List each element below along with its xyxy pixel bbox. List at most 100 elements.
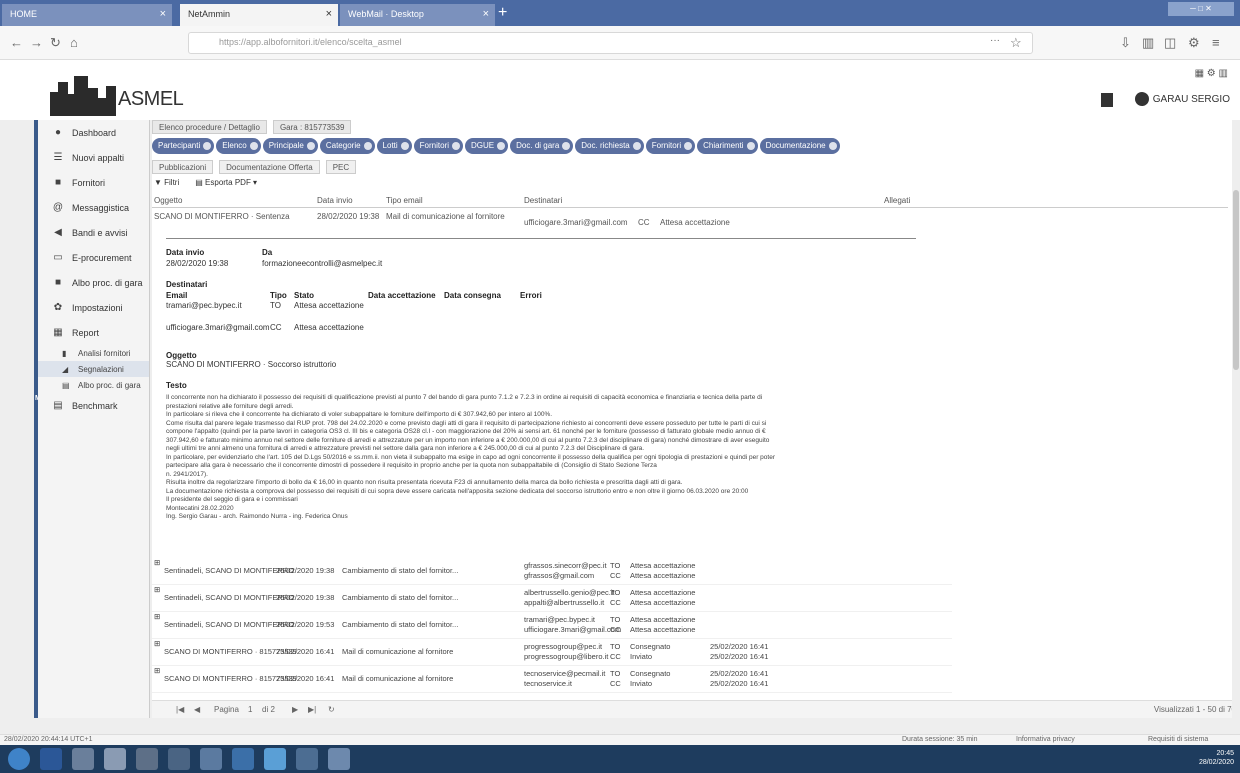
user-name: GARAU SERGIO — [1152, 93, 1230, 105]
hamburger-menu-icon[interactable]: ≡ — [1212, 35, 1220, 50]
url-bar[interactable]: https://app.albofornitori.it/elenco/scel… — [188, 32, 1033, 54]
ie-taskbar-icon[interactable] — [232, 748, 254, 770]
first-page-icon[interactable]: |◀ — [176, 705, 184, 714]
app-taskbar-icon[interactable] — [136, 748, 158, 770]
privacy-link[interactable]: Informativa privacy — [1016, 736, 1075, 743]
prev-page-icon[interactable]: ◀ — [194, 705, 200, 714]
pill-tab[interactable]: Lotti — [376, 138, 412, 154]
sidebar-item-report[interactable]: ▦ Report — [38, 320, 149, 345]
col-tipo-email[interactable]: Tipo email — [386, 196, 423, 205]
document-icon[interactable] — [1101, 93, 1113, 107]
pill-tab[interactable]: Documentazione — [759, 138, 840, 154]
pill-tab[interactable]: Doc. richiesta — [575, 138, 644, 154]
breadcrumb-item[interactable]: Gara : 815773539 — [272, 120, 352, 134]
table-row[interactable]: ⊞ Sentinadeli, SCANO DI MONTIFERRO 26/02… — [152, 558, 952, 585]
page-actions-menu[interactable]: ··· — [990, 35, 1000, 46]
section-pills: Partecipanti Elenco Principale Categorie… — [152, 138, 840, 154]
refresh-icon[interactable]: ↻ — [328, 705, 335, 714]
table-row-selected[interactable]: SCANO DI MONTIFERRO · Sentenza 28/02/202… — [152, 208, 1228, 236]
sidebar-subitem-analisi[interactable]: ▮ Analisi fornitori — [38, 345, 149, 361]
filter-button[interactable]: ▼ Filtri — [154, 178, 179, 187]
page-number-input[interactable]: 1 — [248, 705, 252, 714]
expand-icon[interactable]: ⊞ — [154, 612, 160, 621]
pill-tab[interactable]: DGUE — [465, 138, 509, 154]
app-taskbar-icon[interactable] — [200, 748, 222, 770]
app-taskbar-icon[interactable] — [328, 748, 350, 770]
expand-icon[interactable]: ⊞ — [154, 558, 160, 567]
export-pdf-button[interactable]: ▤ Esporta PDF ▾ — [195, 178, 257, 187]
row-stato: Attesa accettazione — [630, 615, 696, 624]
sidebar-subitem-segnalazioni[interactable]: ◢ Segnalazioni — [38, 361, 149, 377]
bookmark-star-icon[interactable]: ☆ — [1010, 35, 1022, 51]
col-data-invio[interactable]: Data invio — [317, 196, 353, 205]
subtab-pec[interactable]: PEC — [325, 160, 357, 174]
status-timestamp: 28/02/2020 20:44:14 UTC+1 — [4, 736, 93, 743]
explorer-taskbar-icon[interactable] — [104, 748, 126, 770]
sidebar-item-eprocurement[interactable]: ▭ E-procurement — [38, 245, 149, 270]
pill-tab[interactable]: Elenco — [216, 138, 261, 154]
subtab[interactable]: Documentazione Offerta — [219, 160, 320, 174]
row-tipo-dest: CC — [610, 679, 621, 688]
library-icon[interactable]: ▥ — [1142, 35, 1154, 51]
app-taskbar-icon[interactable] — [72, 748, 94, 770]
pill-tab[interactable]: Doc. di gara — [510, 138, 574, 154]
browser-tab-netammin[interactable]: NetAmmin × — [180, 4, 338, 26]
new-tab-button[interactable]: + — [498, 4, 507, 22]
next-page-icon[interactable]: ▶ — [292, 705, 298, 714]
table-row[interactable]: ⊞ SCANO DI MONTIFERRO · 815773539 25/02/… — [152, 639, 952, 666]
sidebar-item-bandi[interactable]: ◀ Bandi e avvisi — [38, 220, 149, 245]
col-oggetto[interactable]: Oggetto — [154, 196, 182, 205]
home-icon[interactable]: ⌂ — [70, 35, 78, 50]
sidebar-item-albo[interactable]: ■ Albo proc. di gara — [38, 270, 149, 295]
close-icon[interactable]: × — [483, 8, 489, 20]
reload-icon[interactable]: ↻ — [50, 35, 61, 51]
word-taskbar-icon[interactable] — [40, 748, 62, 770]
requirements-link[interactable]: Requisiti di sistema — [1148, 736, 1208, 743]
browser-tab-webmail[interactable]: WebMail · Desktop × — [340, 4, 495, 26]
export-label: Esporta PDF ▾ — [205, 178, 258, 187]
sidebar-item-nuovi-appalti[interactable]: ☰ Nuovi appalti — [38, 145, 149, 170]
sidebar-item-label: Nuovi appalti — [72, 152, 125, 163]
expand-icon[interactable]: ⊞ — [154, 666, 160, 675]
app-taskbar-icon[interactable] — [168, 748, 190, 770]
col-destinatari[interactable]: Destinatari — [524, 196, 562, 205]
close-icon[interactable]: × — [326, 8, 332, 20]
table-row[interactable]: ⊞ Sentinadeli, SCANO DI MONTIFERRO 26/02… — [152, 585, 952, 612]
download-icon[interactable]: ⇩ — [1120, 35, 1131, 51]
expand-icon[interactable]: ⊞ — [154, 585, 160, 594]
app-taskbar-icon[interactable] — [296, 748, 318, 770]
row-oggetto: Sentinadeli, SCANO DI MONTIFERRO — [164, 593, 295, 602]
sidebar-subitem-albo[interactable]: ▤ Albo proc. di gara — [38, 377, 149, 393]
user-menu[interactable]: GARAU SERGIO — [1134, 92, 1230, 106]
expand-icon[interactable]: ⊞ — [154, 639, 160, 648]
browser-tab-home[interactable]: HOME × — [2, 4, 172, 26]
last-page-icon[interactable]: ▶| — [308, 705, 316, 714]
pill-tab[interactable]: Categorie — [319, 138, 375, 154]
sidebar-item-messaggistica[interactable]: @ Messaggistica — [38, 195, 149, 220]
table-row[interactable]: ⊞ Sentinadeli, SCANO DI MONTIFERRO 26/02… — [152, 612, 952, 639]
table-row[interactable]: ⊞ SCANO DI MONTIFERRO · 815773539 25/02/… — [152, 666, 952, 693]
back-arrow-icon[interactable]: ← — [10, 35, 23, 50]
pill-tab[interactable]: Fornitori — [413, 138, 464, 154]
pill-tab[interactable]: Principale — [262, 138, 318, 154]
pill-tab[interactable]: Chiarimenti — [697, 138, 758, 154]
sidebar-item-benchmark[interactable]: ▤ Benchmark — [38, 393, 149, 418]
system-clock[interactable]: 20:45 28/02/2020 — [1199, 749, 1234, 767]
breadcrumb-item[interactable]: Elenco procedure / Dettaglio — [152, 120, 267, 134]
scrollbar-thumb[interactable] — [1233, 190, 1239, 370]
extension-icon[interactable]: ⚙ — [1188, 35, 1200, 51]
window-controls[interactable]: ─ □ ✕ — [1168, 2, 1234, 16]
close-icon[interactable]: × — [160, 8, 166, 20]
col-allegati[interactable]: Allegati — [884, 196, 910, 205]
sidebar-item-impostazioni[interactable]: ✿ Impostazioni — [38, 295, 149, 320]
pill-tab[interactable]: Partecipanti — [152, 138, 215, 154]
start-button[interactable] — [8, 748, 30, 770]
sidebar-item-dashboard[interactable]: ● Dashboard — [38, 120, 149, 145]
subtab[interactable]: Pubblicazioni — [152, 160, 214, 174]
sidebar-icon[interactable]: ◫ — [1164, 35, 1176, 51]
asmel-logo: ASMEL — [44, 68, 184, 118]
pill-tab[interactable]: Fornitori — [645, 138, 696, 154]
browser-taskbar-icon[interactable] — [264, 748, 286, 770]
sidebar-item-fornitori[interactable]: ■ Fornitori — [38, 170, 149, 195]
forward-arrow-icon[interactable]: → — [30, 35, 43, 50]
